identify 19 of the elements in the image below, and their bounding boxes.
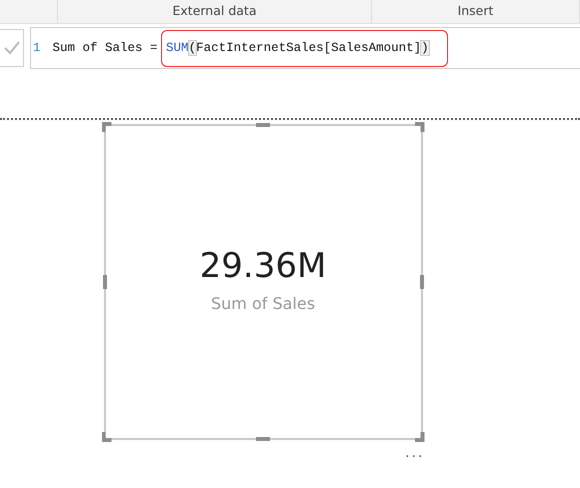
card-value: 29.36M bbox=[200, 248, 326, 286]
checkmark-icon bbox=[4, 41, 20, 55]
more-options-button[interactable]: ... bbox=[364, 446, 424, 460]
resize-handle[interactable] bbox=[102, 275, 106, 289]
ribbon-group-label: External data bbox=[172, 2, 256, 20]
resize-handle[interactable] bbox=[420, 275, 424, 289]
bracket: ( bbox=[188, 40, 196, 54]
commit-button[interactable] bbox=[0, 29, 24, 67]
ribbon-group-label: Insert bbox=[458, 2, 494, 20]
bracket: ) bbox=[421, 40, 429, 54]
function-name: SUM bbox=[166, 40, 189, 54]
formula-text: FactInternetSales[SalesAmount] bbox=[196, 40, 422, 54]
formula-editor[interactable]: 1 Sum of Sales = SUM(FactInternetSales[SalesAmount]) bbox=[30, 27, 580, 69]
line-number: 1 bbox=[33, 40, 41, 57]
resize-handle[interactable] bbox=[256, 437, 270, 441]
formula-text: Sum of Sales = bbox=[52, 40, 159, 57]
card-visual[interactable]: 29.36M Sum of Sales bbox=[104, 124, 422, 440]
card-label: Sum of Sales bbox=[210, 292, 316, 315]
resize-handle[interactable] bbox=[256, 123, 270, 127]
